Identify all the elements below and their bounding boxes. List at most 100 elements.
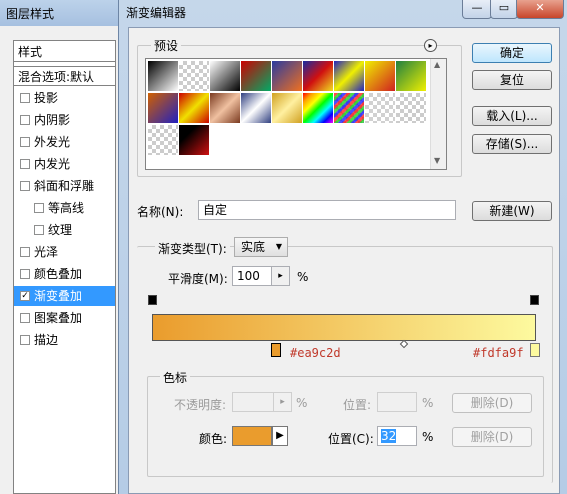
presets-scrollbar[interactable]: ▲ ▼ (430, 59, 446, 169)
load-button[interactable]: 载入(L)... (472, 106, 552, 126)
delete-opacity-stop-button[interactable]: 删除(D) (452, 393, 532, 413)
preset-swatch[interactable] (334, 93, 364, 123)
style-item[interactable]: ✓ 渐变叠加 (14, 286, 115, 306)
style-item-label: 内阴影 (34, 113, 71, 127)
layer-style-titlebar[interactable]: 图层样式 (0, 0, 118, 26)
style-item[interactable]: 纹理 (14, 220, 115, 240)
style-item[interactable]: 颜色叠加 (14, 264, 115, 284)
preset-swatch[interactable] (179, 61, 209, 91)
style-checkbox[interactable] (20, 93, 30, 103)
style-item[interactable]: 投影 (14, 88, 115, 108)
delete-color-stop-button[interactable]: 删除(D) (452, 427, 532, 447)
gradient-type-select[interactable]: 实底 ▼ (234, 237, 288, 257)
save-button[interactable]: 存储(S)... (472, 134, 552, 154)
style-item-label: 图案叠加 (34, 311, 83, 325)
preset-swatch[interactable] (148, 125, 178, 155)
preset-swatch[interactable] (303, 93, 333, 123)
preset-swatch[interactable] (272, 61, 302, 91)
name-label: 名称(N): (137, 205, 184, 219)
opacity-position-label: 位置: (343, 398, 372, 412)
opacity-arrow-icon[interactable]: ▸ (274, 392, 292, 412)
color-stop-right[interactable] (530, 343, 540, 357)
scroll-down-icon[interactable]: ▼ (434, 156, 440, 165)
style-checkbox[interactable] (20, 159, 30, 169)
opacity-input[interactable] (232, 392, 274, 412)
style-checkbox[interactable] (34, 225, 44, 235)
ok-button[interactable]: 确定 (472, 43, 552, 63)
style-item[interactable]: 等高线 (14, 198, 115, 218)
style-item[interactable]: 光泽 (14, 242, 115, 262)
style-item[interactable]: 内阴影 (14, 110, 115, 130)
smoothness-input[interactable]: 100 (232, 266, 272, 286)
style-checkbox[interactable] (20, 181, 30, 191)
style-item-label: 投影 (34, 91, 59, 105)
preset-swatch[interactable] (210, 61, 240, 91)
styles-header-label: 样式 (18, 45, 43, 59)
opacity-stop-right[interactable] (530, 295, 539, 308)
smoothness-arrow-icon[interactable]: ▸ (272, 266, 290, 286)
style-item-label: 描边 (34, 333, 59, 347)
smoothness-unit: % (297, 270, 309, 284)
styles-header[interactable]: 样式 (14, 42, 115, 62)
preset-swatch[interactable] (179, 93, 209, 123)
layer-style-title: 图层样式 (6, 7, 55, 21)
preset-swatch[interactable] (241, 93, 271, 123)
close-button[interactable]: ✕ (516, 0, 564, 19)
preset-swatch[interactable] (303, 61, 333, 91)
preset-swatch[interactable] (334, 61, 364, 91)
preset-swatch[interactable] (148, 93, 178, 123)
style-checkbox[interactable] (20, 269, 30, 279)
preset-swatch[interactable] (396, 61, 426, 91)
style-item[interactable]: 图案叠加 (14, 308, 115, 328)
color-label: 颜色: (199, 432, 228, 446)
restore-button[interactable]: ▭ (490, 0, 518, 19)
minimize-button[interactable]: — (462, 0, 492, 19)
start-color-hex: #ea9c2d (290, 346, 341, 360)
preset-swatch[interactable] (272, 93, 302, 123)
reset-button[interactable]: 复位 (472, 70, 552, 90)
position-value: 32 (381, 429, 397, 443)
style-item[interactable]: 内发光 (14, 154, 115, 174)
preset-swatch[interactable] (365, 61, 395, 91)
blend-options-item[interactable]: 混合选项:默认 (14, 66, 115, 86)
style-checkbox[interactable] (20, 335, 30, 345)
color-stop-left[interactable] (271, 343, 281, 357)
new-button[interactable]: 新建(W) (472, 201, 552, 221)
preset-swatch[interactable] (148, 61, 178, 91)
style-item-label: 光泽 (34, 245, 59, 259)
opacity-position-input[interactable] (377, 392, 417, 412)
preset-swatch[interactable] (241, 61, 271, 91)
preset-swatch[interactable] (179, 125, 209, 155)
preset-swatch[interactable] (365, 93, 395, 123)
style-checkbox[interactable] (20, 247, 30, 257)
scroll-up-icon[interactable]: ▲ (434, 60, 440, 69)
preset-swatch[interactable] (210, 93, 240, 123)
name-input[interactable]: 自定 (198, 200, 456, 220)
stop-color-swatch[interactable] (232, 426, 272, 446)
style-checkbox[interactable] (20, 313, 30, 323)
style-checkbox[interactable] (20, 137, 30, 147)
style-item[interactable]: 斜面和浮雕 (14, 176, 115, 196)
opacity-arrow: ▸ (280, 397, 285, 407)
style-checkbox[interactable] (34, 203, 44, 213)
smoothness-label: 平滑度(M): (168, 272, 228, 286)
color-picker-arrow-icon[interactable]: ▶ (272, 426, 288, 446)
minimize-icon: — (471, 1, 483, 14)
opacity-stop-left[interactable] (148, 295, 157, 308)
position-input[interactable]: 32 (377, 426, 417, 446)
style-item-label: 渐变叠加 (34, 289, 83, 303)
restore-icon: ▭ (498, 1, 510, 14)
style-checkbox[interactable]: ✓ (20, 291, 30, 301)
gradient-bar[interactable] (152, 314, 536, 341)
style-checkbox[interactable] (20, 115, 30, 125)
gradient-editor-title: 渐变编辑器 (126, 6, 187, 20)
opacity-stop-left-icon (148, 295, 157, 305)
preset-swatch[interactable] (396, 93, 426, 123)
chevron-down-icon: ▼ (275, 242, 282, 251)
close-icon: ✕ (535, 1, 545, 14)
opacity-position-unit: % (422, 396, 434, 410)
presets-menu-icon[interactable]: ▸ (424, 39, 437, 52)
gradient-type-value: 实底 (241, 240, 266, 254)
style-item[interactable]: 描边 (14, 330, 115, 350)
style-item[interactable]: 外发光 (14, 132, 115, 152)
